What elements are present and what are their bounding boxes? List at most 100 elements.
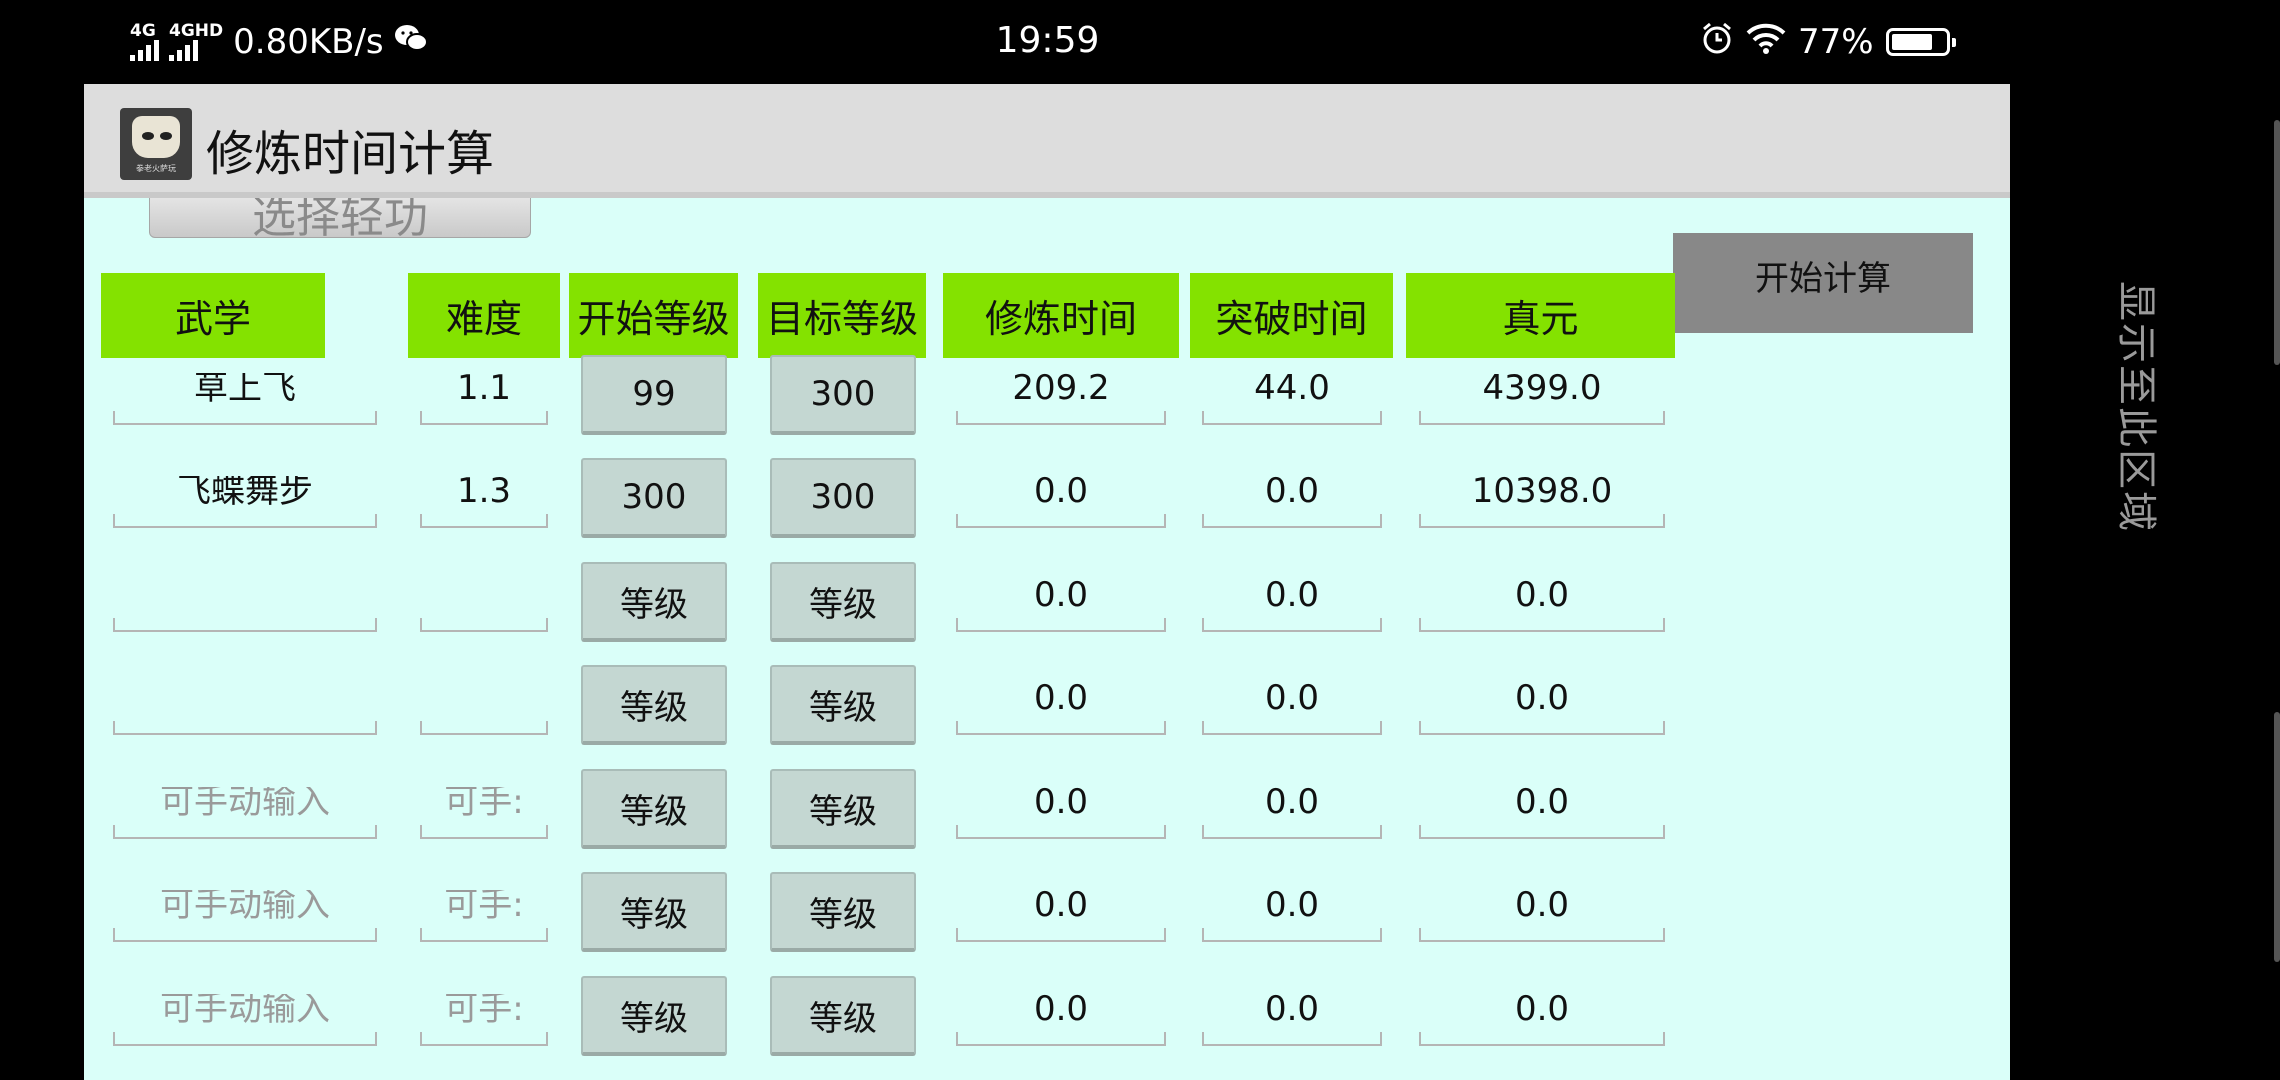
start-level-button[interactable]: 等级 <box>581 562 727 642</box>
break-time-field[interactable]: 44.0 <box>1202 373 1382 403</box>
header-zhenyuan: 真元 <box>1406 273 1675 358</box>
break-time-field-underline <box>1202 1032 1382 1046</box>
skill-input[interactable]: 可手动输入 <box>113 787 377 817</box>
header-skill: 武学 <box>101 273 325 358</box>
app-logo-caption: 拳老火萨玩 <box>136 164 176 173</box>
train-time-field-underline <box>956 1032 1166 1046</box>
start-level-button[interactable]: 300 <box>581 458 727 538</box>
target-level-button[interactable]: 300 <box>770 355 916 435</box>
break-time-field[interactable]: 0.0 <box>1202 994 1382 1024</box>
difficulty-input[interactable] <box>420 580 548 610</box>
status-bar: 4G 4GHD 0.80KB/s 19:59 77% <box>0 0 2280 84</box>
difficulty-input[interactable]: 可手: <box>420 994 548 1024</box>
difficulty-input[interactable]: 1.3 <box>420 476 548 506</box>
skill-input-underline <box>113 411 377 425</box>
target-level-button[interactable]: 300 <box>770 458 916 538</box>
start-level-button[interactable]: 等级 <box>581 976 727 1056</box>
target-level-button[interactable]: 等级 <box>770 665 916 745</box>
break-time-field-underline <box>1202 825 1382 839</box>
skill-input-underline <box>113 825 377 839</box>
battery-percent: 77% <box>1798 22 1874 62</box>
zhenyuan-field-underline <box>1419 825 1665 839</box>
break-time-field-underline <box>1202 618 1382 632</box>
start-level-button[interactable]: 等级 <box>581 872 727 952</box>
difficulty-input-underline <box>420 514 548 528</box>
skill-input[interactable]: 草上飞 <box>113 373 377 403</box>
train-time-field-underline <box>956 618 1166 632</box>
break-time-field-underline <box>1202 928 1382 942</box>
skill-input-underline <box>113 928 377 942</box>
zhenyuan-field-underline <box>1419 514 1665 528</box>
start-level-button[interactable]: 99 <box>581 355 727 435</box>
train-time-field[interactable]: 209.2 <box>956 373 1166 403</box>
train-time-field-underline <box>956 721 1166 735</box>
zhenyuan-field-underline <box>1419 928 1665 942</box>
app-window: 拳老火萨玩 修炼时间计算 选择轻功 开始计算 武学 难度 开始等级 目标等级 修炼时间突… <box>84 84 2010 1080</box>
start-calculate-button[interactable]: 开始计算 <box>1673 233 1973 333</box>
train-time-field[interactable]: 0.0 <box>956 787 1166 817</box>
break-time-field[interactable]: 0.0 <box>1202 890 1382 920</box>
train-time-field[interactable]: 0.0 <box>956 580 1166 610</box>
zhenyuan-field[interactable]: 0.0 <box>1419 890 1665 920</box>
break-time-field[interactable]: 0.0 <box>1202 476 1382 506</box>
difficulty-input-underline <box>420 721 548 735</box>
skill-input[interactable]: 可手动输入 <box>113 994 377 1024</box>
break-time-field[interactable]: 0.0 <box>1202 580 1382 610</box>
difficulty-input-underline <box>420 618 548 632</box>
app-logo-icon: 拳老火萨玩 <box>120 108 192 180</box>
train-time-field[interactable]: 0.0 <box>956 994 1166 1024</box>
train-time-field[interactable]: 0.0 <box>956 890 1166 920</box>
train-time-field[interactable]: 0.0 <box>956 683 1166 713</box>
break-time-field[interactable]: 0.0 <box>1202 683 1382 713</box>
difficulty-input-underline <box>420 825 548 839</box>
break-time-field-underline <box>1202 514 1382 528</box>
zhenyuan-field[interactable]: 4399.0 <box>1419 373 1665 403</box>
zhenyuan-field[interactable]: 0.0 <box>1419 994 1665 1024</box>
battery-icon <box>1885 28 1956 56</box>
difficulty-input[interactable] <box>420 683 548 713</box>
zhenyuan-field-underline <box>1419 1032 1665 1046</box>
zhenyuan-field-underline <box>1419 411 1665 425</box>
train-time-field[interactable]: 0.0 <box>956 476 1166 506</box>
target-level-button[interactable]: 等级 <box>770 976 916 1056</box>
edge-handle-bottom[interactable] <box>2274 712 2280 962</box>
zhenyuan-field[interactable]: 0.0 <box>1419 580 1665 610</box>
skill-input-underline <box>113 1032 377 1046</box>
difficulty-input[interactable]: 可手: <box>420 890 548 920</box>
target-level-button[interactable]: 等级 <box>770 769 916 849</box>
skill-input[interactable] <box>113 683 377 713</box>
zhenyuan-field-underline <box>1419 618 1665 632</box>
train-time-field-underline <box>956 928 1166 942</box>
header-target-level: 目标等级 <box>758 273 926 358</box>
wifi-icon <box>1746 22 1786 63</box>
zhenyuan-field[interactable]: 0.0 <box>1419 787 1665 817</box>
header-start-level: 开始等级 <box>569 273 738 358</box>
header-train-time: 修炼时间 <box>943 273 1179 358</box>
edge-handle-top[interactable] <box>2274 120 2280 365</box>
display-region-hint: 显示至此区域 <box>2113 281 2159 533</box>
difficulty-input-underline <box>420 1032 548 1046</box>
skill-input[interactable]: 飞蝶舞步 <box>113 476 377 506</box>
skill-input[interactable] <box>113 580 377 610</box>
skill-input-underline <box>113 514 377 528</box>
difficulty-input-underline <box>420 928 548 942</box>
skill-input-underline <box>113 721 377 735</box>
break-time-field[interactable]: 0.0 <box>1202 787 1382 817</box>
zhenyuan-field[interactable]: 0.0 <box>1419 683 1665 713</box>
zhenyuan-field-underline <box>1419 721 1665 735</box>
target-level-button[interactable]: 等级 <box>770 872 916 952</box>
header-break-time: 突破时间 <box>1190 273 1393 358</box>
status-right: 77% <box>1700 18 1956 66</box>
target-level-button[interactable]: 等级 <box>770 562 916 642</box>
skill-input[interactable]: 可手动输入 <box>113 890 377 920</box>
start-level-button[interactable]: 等级 <box>581 665 727 745</box>
difficulty-input[interactable]: 1.1 <box>420 373 548 403</box>
zhenyuan-field[interactable]: 10398.0 <box>1419 476 1665 506</box>
break-time-field-underline <box>1202 721 1382 735</box>
difficulty-input-underline <box>420 411 548 425</box>
action-bar: 拳老火萨玩 修炼时间计算 <box>84 84 2010 198</box>
difficulty-input[interactable]: 可手: <box>420 787 548 817</box>
start-level-button[interactable]: 等级 <box>581 769 727 849</box>
skill-input-underline <box>113 618 377 632</box>
train-time-field-underline <box>956 514 1166 528</box>
